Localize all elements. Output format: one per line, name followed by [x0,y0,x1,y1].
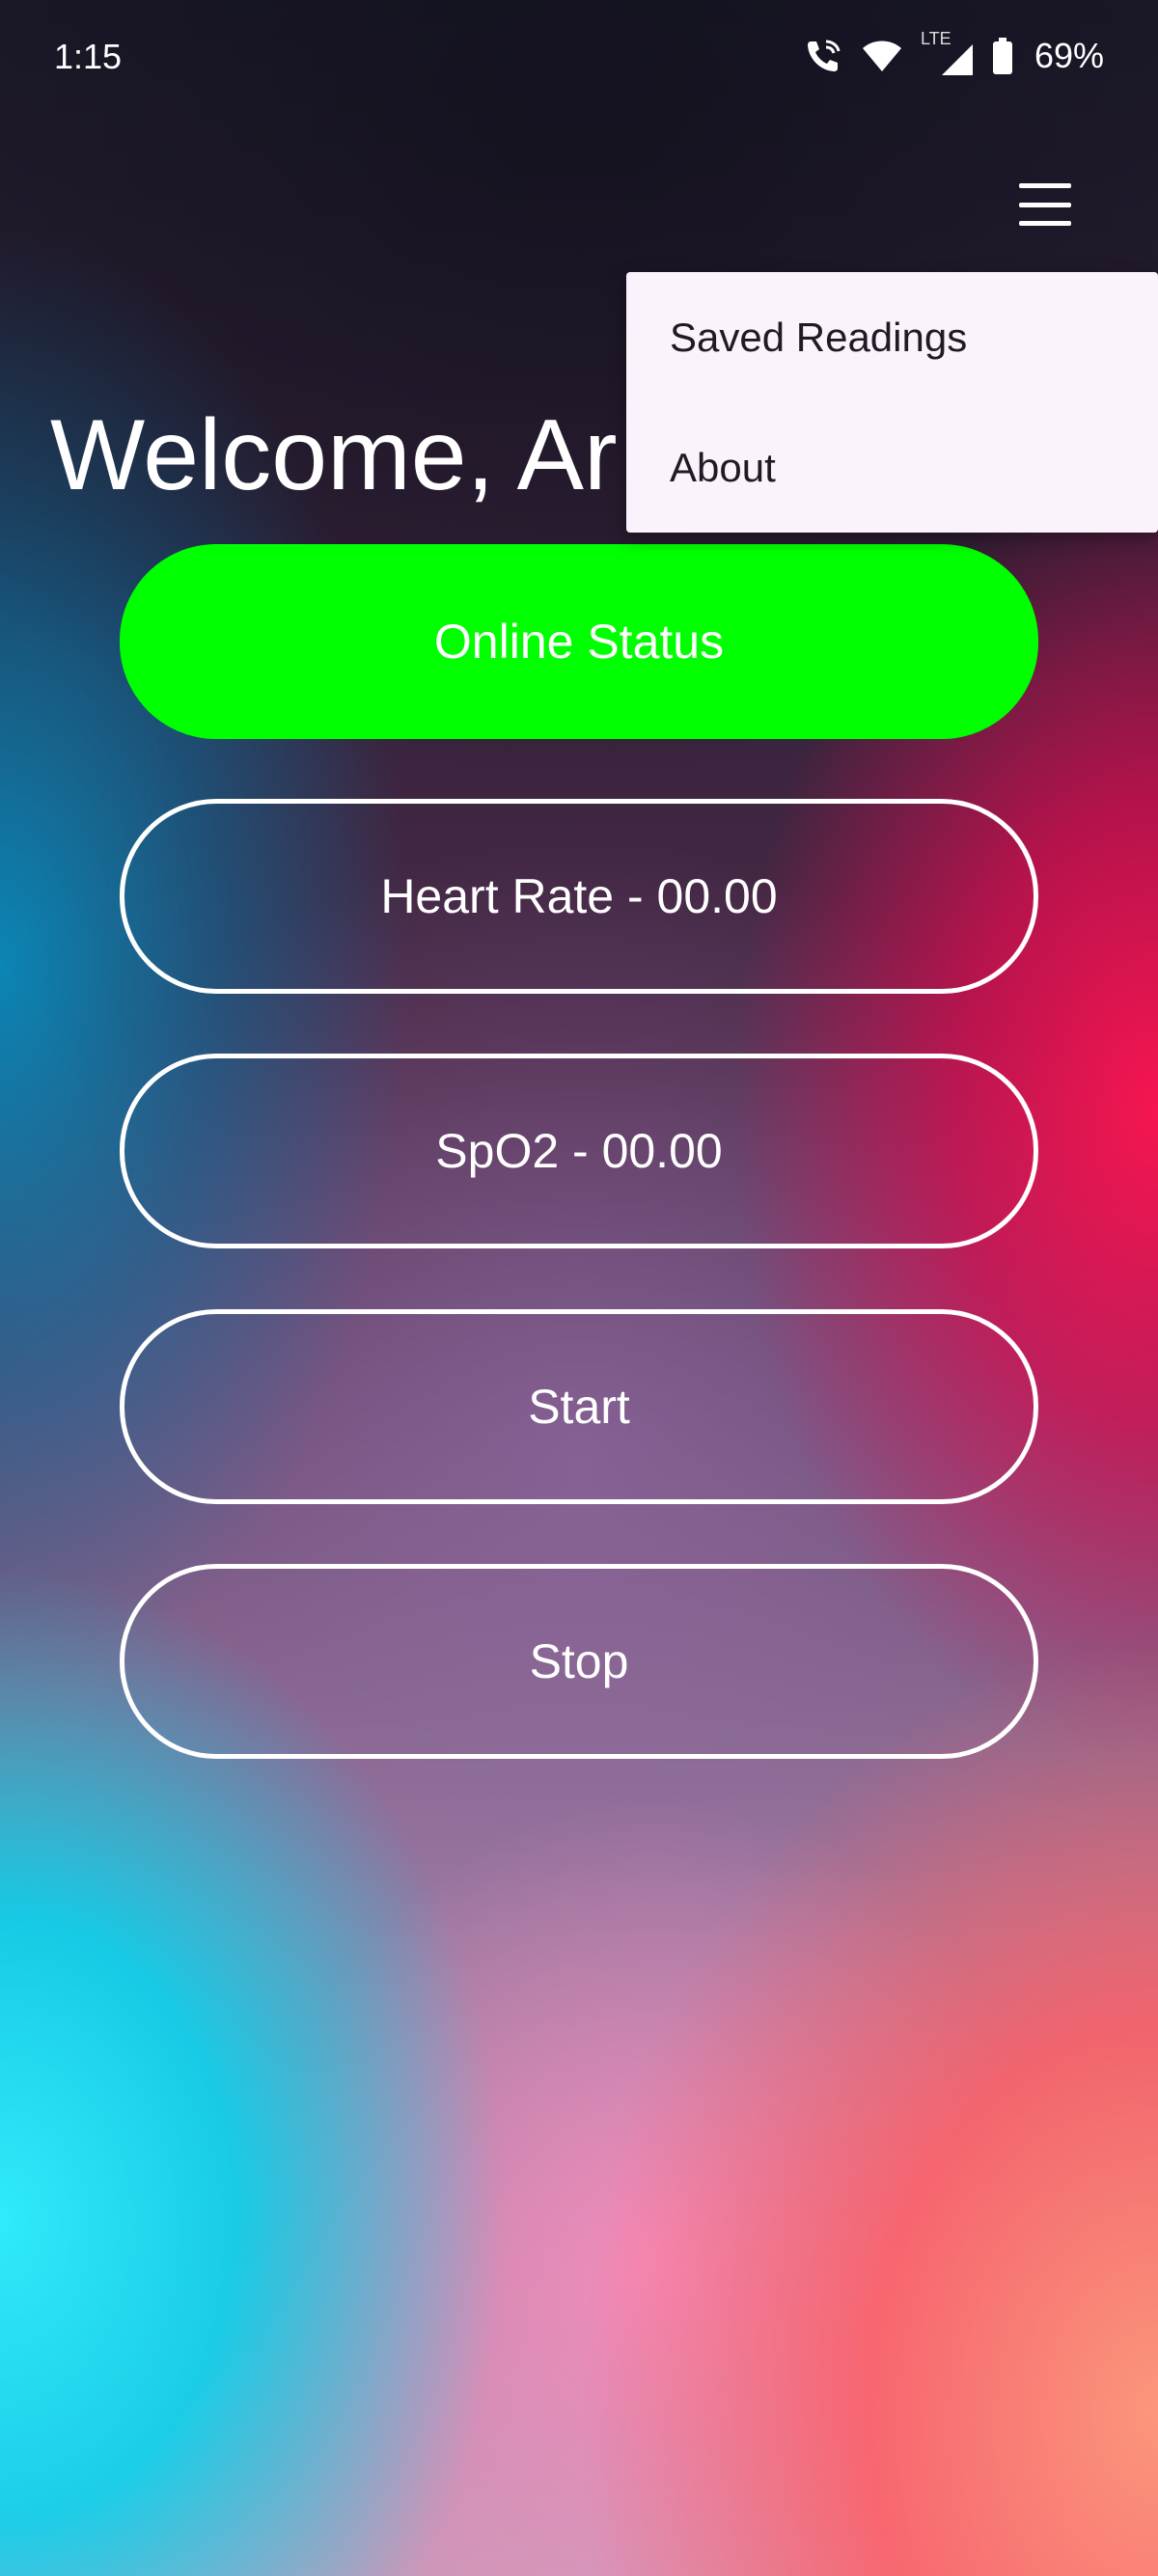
signal-icon: LTE [921,29,975,77]
menu-line-middle [1019,202,1071,207]
menu-line-bottom [1019,221,1071,226]
online-status-button[interactable]: Online Status [120,544,1038,739]
hamburger-menu-icon[interactable] [1015,179,1075,230]
heart-rate-button[interactable]: Heart Rate - 00.00 [120,799,1038,994]
status-time: 1:15 [54,37,123,76]
overflow-menu: Saved Readings About [626,272,1158,533]
battery-icon [992,37,1013,75]
status-bar: 1:15 LTE 69% [0,0,1158,116]
stop-label: Stop [529,1634,629,1688]
menu-line-top [1019,183,1071,188]
start-button[interactable]: Start [120,1309,1038,1504]
wifi-icon [861,37,903,75]
start-label: Start [528,1380,630,1434]
welcome-title: Welcome, Ar [50,399,618,511]
menu-item-saved-readings[interactable]: Saved Readings [626,272,1158,402]
menu-item-about[interactable]: About [626,402,1158,533]
wifi-calling-icon [803,36,843,76]
spo2-label: SpO2 - 00.00 [435,1124,723,1178]
heart-rate-label: Heart Rate - 00.00 [380,869,778,923]
status-icons: LTE 69% [803,29,1104,77]
spo2-button[interactable]: SpO2 - 00.00 [120,1054,1038,1248]
stop-button[interactable]: Stop [120,1564,1038,1759]
online-status-label: Online Status [433,615,725,669]
battery-percent: 69% [1034,36,1104,75]
